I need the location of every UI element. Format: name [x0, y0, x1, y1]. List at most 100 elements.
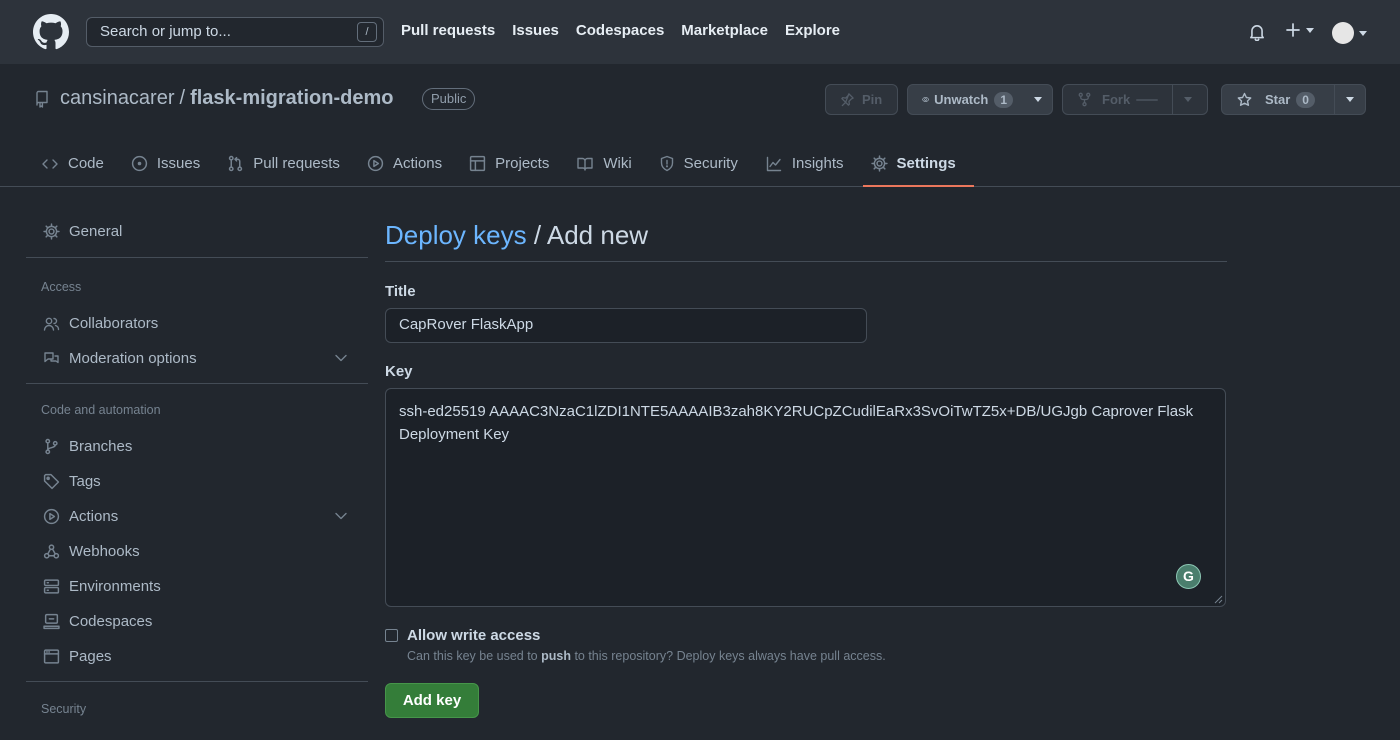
search-placeholder: Search or jump to... — [100, 23, 231, 40]
sidebar-group-security: Security — [41, 702, 87, 716]
tab-security[interactable]: Security — [659, 138, 738, 186]
sidebar-group-access: Access — [41, 280, 82, 294]
global-header: Search or jump to... / Pull requests Iss… — [0, 0, 1400, 64]
sidebar-item-label: Actions — [69, 508, 119, 525]
sidebar-item-general[interactable]: General — [26, 212, 368, 250]
grammarly-icon[interactable]: G — [1176, 564, 1201, 589]
code-icon — [42, 158, 58, 169]
title-input[interactable]: CapRover FlaskApp — [385, 308, 867, 343]
github-logo-icon[interactable] — [33, 14, 69, 50]
tab-settings[interactable]: Settings — [862, 138, 974, 187]
play-icon — [43, 508, 60, 525]
tab-label: Projects — [495, 155, 550, 172]
repo-icon — [34, 90, 50, 108]
pin-button[interactable]: Pin — [825, 84, 898, 115]
repo-name-link[interactable]: flask-migration-demo — [190, 87, 393, 110]
visibility-badge: Public — [422, 88, 476, 110]
repository-header: cansinacarer / flask-migration-demo Publ… — [0, 64, 1400, 187]
sidebar-item-pages[interactable]: Pages — [26, 639, 368, 674]
graph-icon — [766, 156, 782, 171]
deploy-key-form: Deploy keys / Add new Title CapRover Fla… — [385, 212, 1227, 718]
sidebar-item-label: Tags — [69, 473, 101, 490]
watch-dropdown[interactable] — [1023, 85, 1052, 114]
eye-icon — [922, 96, 930, 103]
tab-label: Insights — [791, 155, 844, 172]
sidebar-group-code-automation: Code and automation — [41, 403, 161, 417]
hint-text: to this repository? Deploy keys always h… — [570, 649, 886, 663]
tab-code[interactable]: Code — [41, 138, 104, 186]
shield-icon — [660, 155, 673, 172]
tab-insights[interactable]: Insights — [765, 138, 844, 186]
avatar — [1332, 22, 1354, 44]
settings-sidebar: General Access Collaborators Moderation … — [26, 212, 368, 718]
tab-pull-requests[interactable]: Pull requests — [227, 138, 340, 186]
fork-button[interactable]: Fork — [1062, 84, 1208, 115]
chevron-down-icon — [1033, 97, 1042, 102]
nav-issues[interactable]: Issues — [512, 22, 559, 39]
sidebar-item-branches[interactable]: Branches — [26, 429, 368, 464]
title-label: Title — [385, 283, 416, 300]
gear-icon — [43, 222, 60, 240]
tab-label: Security — [683, 155, 738, 172]
tab-issues[interactable]: Issues — [131, 138, 200, 186]
issue-icon — [131, 155, 148, 172]
play-icon — [367, 155, 384, 172]
global-nav: Pull requests Issues Codespaces Marketpl… — [401, 22, 857, 39]
star-button[interactable]: Star 0 — [1221, 84, 1366, 115]
create-new-menu[interactable] — [1285, 22, 1314, 38]
repo-owner-link[interactable]: cansinacarer — [60, 87, 175, 110]
page-title: Deploy keys / Add new — [385, 212, 1227, 262]
sidebar-item-label: Codespaces — [69, 613, 153, 630]
sidebar-item-webhooks[interactable]: Webhooks — [26, 534, 368, 569]
nav-pull-requests[interactable]: Pull requests — [401, 22, 495, 39]
breadcrumb-current: Add new — [546, 220, 649, 250]
tab-wiki[interactable]: Wiki — [576, 138, 632, 186]
fork-dropdown[interactable] — [1173, 85, 1203, 114]
tab-label: Actions — [392, 155, 443, 172]
book-icon — [577, 157, 594, 171]
resize-handle-icon[interactable] — [1214, 595, 1223, 604]
plus-icon — [1286, 23, 1300, 37]
user-menu[interactable] — [1332, 22, 1367, 44]
tab-projects[interactable]: Projects — [469, 138, 549, 186]
sidebar-item-tags[interactable]: Tags — [26, 464, 368, 499]
sidebar-item-collaborators[interactable]: Collaborators — [26, 306, 368, 341]
sidebar-item-actions[interactable]: Actions — [26, 499, 368, 534]
chevron-down-icon — [1346, 97, 1355, 102]
sidebar-item-moderation[interactable]: Moderation options — [26, 341, 368, 376]
pull-request-icon — [229, 155, 243, 172]
branch-icon — [45, 438, 58, 455]
sidebar-item-environments[interactable]: Environments — [26, 569, 368, 604]
write-access-checkbox[interactable] — [385, 629, 398, 642]
tab-label: Settings — [896, 155, 956, 172]
repo-separator: / — [179, 87, 186, 109]
sidebar-divider — [26, 257, 368, 258]
sidebar-item-label: Pages — [69, 648, 112, 665]
watch-label: Unwatch — [934, 92, 989, 107]
watch-button[interactable]: Unwatch 1 — [907, 84, 1053, 115]
pin-icon — [841, 93, 854, 107]
key-textarea[interactable]: ssh-ed25519 AAAAC3NzaC1lZDI1NTE5AAAAIB3z… — [385, 388, 1226, 607]
tab-actions[interactable]: Actions — [367, 138, 442, 186]
key-value: ssh-ed25519 AAAAC3NzaC1lZDI1NTE5AAAAIB3z… — [399, 403, 1194, 443]
chevron-down-icon — [1306, 27, 1314, 33]
sidebar-item-label: General — [69, 222, 123, 240]
add-key-button[interactable]: Add key — [385, 683, 479, 718]
repo-title: cansinacarer / flask-migration-demo — [60, 87, 393, 110]
hint-text: Can this key be used to — [407, 649, 542, 663]
search-input[interactable]: Search or jump to... / — [86, 17, 384, 47]
sidebar-item-label: Webhooks — [69, 543, 140, 560]
write-access-row: Allow write access — [385, 627, 1227, 644]
notifications-bell-icon[interactable] — [1248, 23, 1266, 41]
tag-icon — [43, 473, 60, 490]
star-dropdown[interactable] — [1335, 85, 1365, 114]
nav-codespaces[interactable]: Codespaces — [576, 22, 664, 39]
write-access-label[interactable]: Allow write access — [407, 627, 540, 644]
tab-label: Code — [68, 155, 104, 172]
nav-marketplace[interactable]: Marketplace — [681, 22, 768, 39]
fork-icon — [1078, 92, 1091, 107]
nav-explore[interactable]: Explore — [785, 22, 840, 39]
breadcrumb-deploy-keys-link[interactable]: Deploy keys — [385, 220, 527, 250]
sidebar-item-codespaces[interactable]: Codespaces — [26, 604, 368, 639]
tab-label: Issues — [156, 155, 201, 172]
